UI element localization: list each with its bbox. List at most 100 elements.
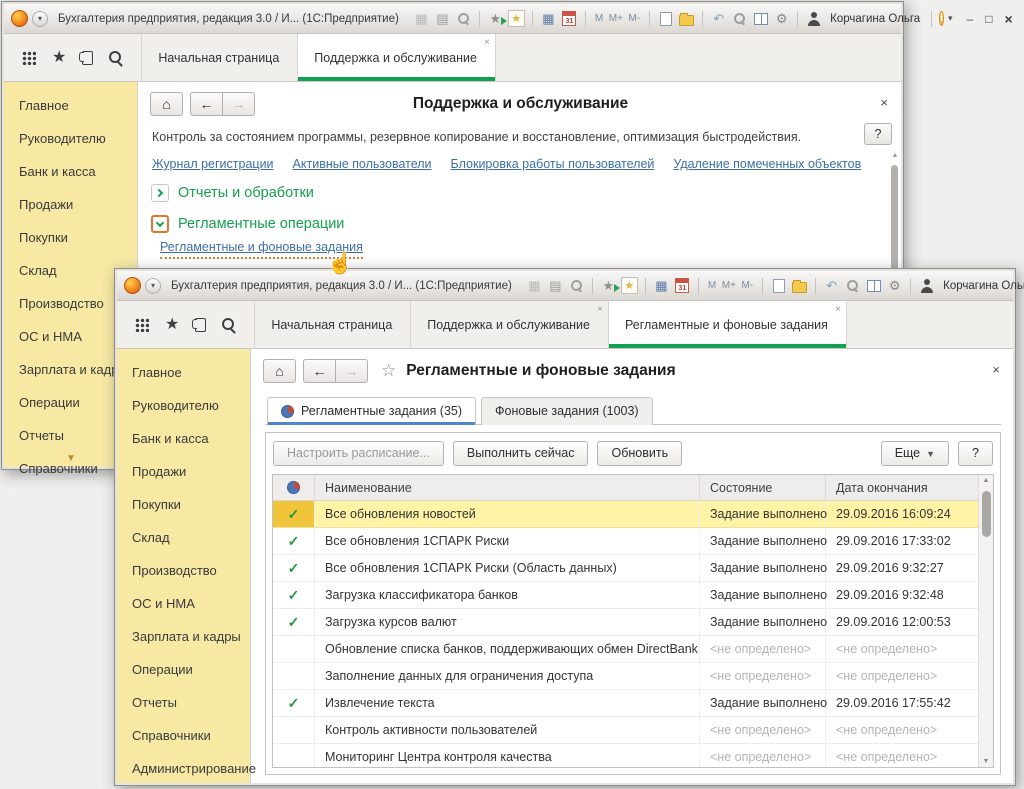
memory-m[interactable]: M: [708, 280, 716, 291]
form-close-icon[interactable]: ×: [880, 95, 888, 110]
command-link[interactable]: Журнал регистрации: [152, 157, 274, 171]
sidebar-item[interactable]: Покупки: [4, 221, 137, 254]
global-search-icon[interactable]: [731, 10, 748, 27]
help-button[interactable]: ?: [958, 441, 993, 466]
sidebar-item[interactable]: Руководителю: [4, 122, 137, 155]
sidebar-item[interactable]: Покупки: [117, 488, 250, 521]
service-settings-icon[interactable]: ⚙: [886, 277, 903, 294]
table-scrollbar[interactable]: ▲ ▼: [978, 475, 993, 767]
memory-m-plus[interactable]: M+: [609, 13, 623, 24]
app-tab[interactable]: Регламентные и фоновые задания ×: [609, 301, 847, 348]
state-column-header[interactable]: Состояние: [700, 475, 826, 500]
tab-close-icon[interactable]: ×: [597, 304, 603, 315]
new-document-icon[interactable]: [770, 277, 787, 294]
memory-m-minus[interactable]: M-: [741, 280, 753, 291]
1c-logo-icon[interactable]: [11, 10, 28, 27]
maximize-button[interactable]: □: [985, 13, 992, 25]
history-back-icon[interactable]: ↶: [710, 10, 727, 27]
memory-buttons[interactable]: M M+ M-: [706, 280, 755, 291]
tab-close-icon[interactable]: ×: [835, 304, 841, 315]
current-user-name[interactable]: Корчагина Ольга: [943, 280, 1024, 292]
memory-m-plus[interactable]: M+: [722, 280, 736, 291]
main-menu-chevron-icon[interactable]: ▾: [145, 278, 161, 294]
global-search-icon[interactable]: [844, 277, 861, 294]
tab-close-icon[interactable]: ×: [484, 37, 490, 48]
scroll-down-icon[interactable]: ▼: [979, 758, 993, 765]
open-file-icon[interactable]: [791, 277, 808, 294]
info-chevron-icon[interactable]: ▾: [948, 13, 953, 24]
sections-menu-icon[interactable]: [22, 51, 36, 65]
save-icon[interactable]: ▦: [413, 10, 430, 27]
sidebar-item[interactable]: Производство: [117, 554, 250, 587]
service-settings-icon[interactable]: ⚙: [773, 10, 790, 27]
print-preview-icon[interactable]: [455, 10, 472, 27]
close-button[interactable]: ×: [1004, 12, 1012, 26]
app-tab[interactable]: Начальная страница: [142, 34, 298, 81]
table-row[interactable]: Обновление списка банков, поддерживающих…: [273, 636, 978, 663]
memory-buttons[interactable]: M M+ M-: [593, 13, 642, 24]
view-tab[interactable]: Фоновые задания (1003): [481, 397, 653, 425]
current-user-name[interactable]: Корчагина Ольга: [830, 13, 920, 25]
table-row[interactable]: ✓ Все обновления новостей Задание выполн…: [273, 501, 978, 528]
configure-schedule-button[interactable]: Настроить расписание...: [273, 441, 444, 466]
add-to-favorites-icon[interactable]: ★: [487, 10, 504, 27]
table-row[interactable]: Мониторинг Центра контроля качества <не …: [273, 744, 978, 767]
table-row[interactable]: ✓ Загрузка курсов валют Задание выполнен…: [273, 609, 978, 636]
table-row[interactable]: ✓ Загрузка классификатора банков Задание…: [273, 582, 978, 609]
sidebar-item[interactable]: Отчеты: [117, 686, 250, 719]
app-tab[interactable]: Начальная страница: [255, 301, 411, 348]
search-icon[interactable]: [222, 318, 236, 332]
table-row[interactable]: Контроль активности пользователей <не оп…: [273, 717, 978, 744]
search-icon[interactable]: [109, 51, 123, 65]
memory-m-minus[interactable]: M-: [628, 13, 640, 24]
print-icon[interactable]: ▤: [547, 277, 564, 294]
calculator-icon[interactable]: ▦: [653, 277, 670, 294]
info-icon[interactable]: i: [939, 11, 944, 26]
home-button[interactable]: ⌂: [263, 359, 296, 383]
end-date-column-header[interactable]: Дата окончания: [826, 475, 978, 500]
favorites-star-icon[interactable]: ★: [165, 317, 179, 333]
form-close-icon[interactable]: ×: [992, 362, 1000, 377]
scroll-thumb[interactable]: [891, 165, 898, 275]
split-window-icon[interactable]: [865, 277, 882, 294]
run-now-button[interactable]: Выполнить сейчас: [453, 441, 589, 466]
view-tab[interactable]: Регламентные задания (35): [267, 397, 476, 425]
section-toggle-button[interactable]: [151, 184, 169, 202]
sidebar-item[interactable]: Главное: [117, 356, 250, 389]
home-button[interactable]: ⌂: [150, 92, 183, 116]
history-back-icon[interactable]: ↶: [823, 277, 840, 294]
sidebar-item[interactable]: Справочники: [117, 719, 250, 752]
print-preview-icon[interactable]: [568, 277, 585, 294]
minimize-button[interactable]: –: [967, 13, 974, 25]
app-tab[interactable]: Поддержка и обслуживание ×: [411, 301, 609, 348]
sections-menu-icon[interactable]: [135, 318, 149, 332]
open-file-icon[interactable]: [678, 10, 695, 27]
sidebar-item[interactable]: Операции: [117, 653, 250, 686]
table-row[interactable]: Заполнение данных для ограничения доступ…: [273, 663, 978, 690]
calculator-icon[interactable]: ▦: [540, 10, 557, 27]
sidebar-item[interactable]: Продажи: [4, 188, 137, 221]
sidebar-item[interactable]: Продажи: [117, 455, 250, 488]
history-icon[interactable]: [82, 51, 93, 65]
save-icon[interactable]: ▦: [526, 277, 543, 294]
back-button[interactable]: ←: [303, 359, 336, 383]
section-label[interactable]: Отчеты и обработки: [178, 185, 314, 201]
back-button[interactable]: ←: [190, 92, 223, 116]
sidebar-item[interactable]: Руководителю: [117, 389, 250, 422]
command-link[interactable]: Блокировка работы пользователей: [451, 157, 655, 171]
sidebar-item[interactable]: Склад: [117, 521, 250, 554]
sidebar-item[interactable]: Банк и касса: [4, 155, 137, 188]
history-icon[interactable]: [195, 318, 206, 332]
sidebar-item[interactable]: Банк и касса: [117, 422, 250, 455]
section-toggle-button[interactable]: [151, 215, 169, 233]
favorite-toggle-icon[interactable]: ☆: [381, 361, 396, 381]
sidebar-item[interactable]: Главное: [4, 89, 137, 122]
app-tab[interactable]: Поддержка и обслуживание ×: [298, 34, 496, 81]
help-button[interactable]: ?: [864, 123, 892, 145]
sidebar-item[interactable]: Зарплата и кадры: [117, 620, 250, 653]
favorites-icon[interactable]: ★: [621, 277, 638, 294]
table-row[interactable]: ✓ Все обновления 1СПАРК Риски Задание вы…: [273, 528, 978, 555]
forward-button[interactable]: →: [335, 359, 368, 383]
table-row[interactable]: ✓ Все обновления 1СПАРК Риски (Область д…: [273, 555, 978, 582]
status-icon-column-header[interactable]: [273, 475, 315, 500]
